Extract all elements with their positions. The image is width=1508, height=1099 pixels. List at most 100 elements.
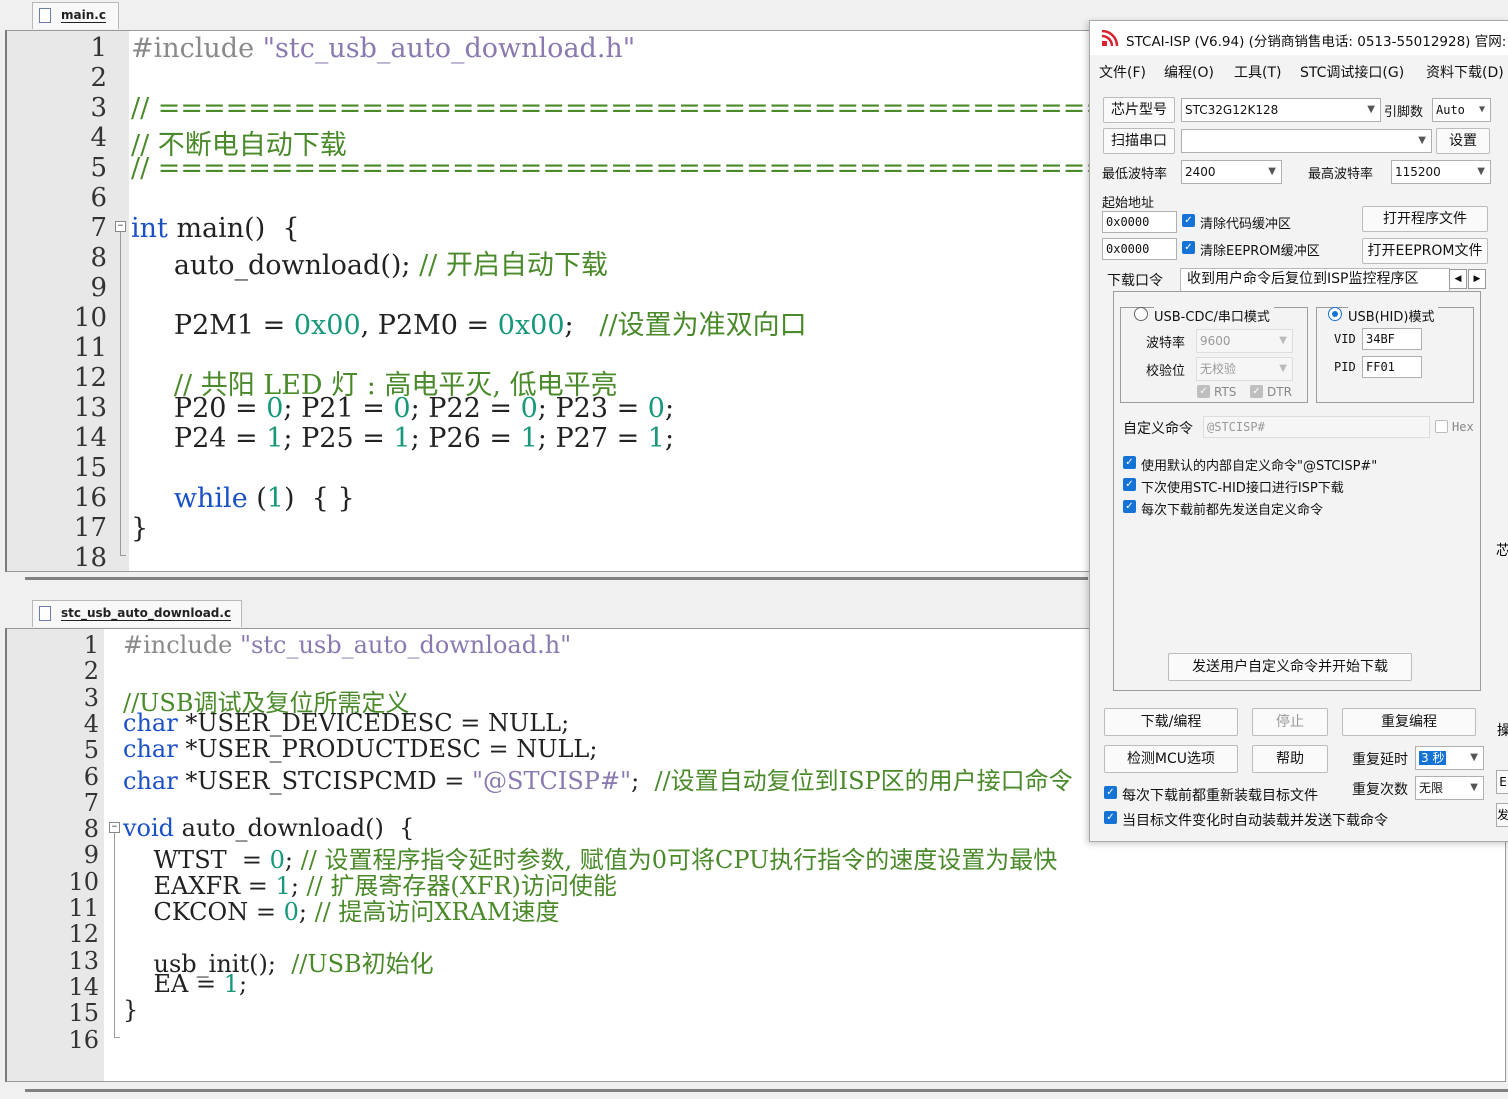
chevron-down-icon: ▼ — [1477, 166, 1485, 177]
min-baud-select[interactable]: 2400 ▼ — [1181, 160, 1282, 184]
edge-fragment[interactable]: E — [1496, 770, 1508, 794]
clear-code-buffer-checkbox[interactable]: ✓ — [1182, 214, 1195, 227]
menu-item[interactable]: 工具(T) — [1234, 62, 1281, 82]
line-number: 13 — [73, 393, 107, 423]
vid-label: VID — [1334, 332, 1356, 346]
send-custom-command-button[interactable]: 发送用户自定义命令并开始下载 — [1168, 653, 1412, 681]
use-default-command-checkbox[interactable]: ✓ — [1123, 456, 1136, 469]
file-icon — [39, 8, 51, 23]
fold-toggle-icon[interactable]: − — [109, 822, 120, 833]
chevron-down-icon: ▼ — [1418, 135, 1426, 146]
stc-isp-window: STCAI-ISP (V6.94) (分销商销售电话: 0513-5501292… — [1089, 20, 1508, 842]
chevron-down-icon: ▼ — [1279, 335, 1287, 346]
hex-checkbox[interactable] — [1435, 420, 1448, 433]
use-hid-next-checkbox[interactable]: ✓ — [1123, 478, 1136, 491]
reload-before-download-label: 每次下载前都重新装载目标文件 — [1122, 788, 1318, 804]
code-start-address-input[interactable]: 0x0000 — [1102, 211, 1177, 233]
line-number: 8 — [90, 243, 107, 273]
tab-download-password[interactable]: 下载口令 — [1107, 270, 1163, 290]
repeat-program-button[interactable]: 重复编程 — [1342, 708, 1476, 736]
tab-scroll-left-icon[interactable]: ◀ — [1449, 269, 1467, 289]
line-number: 5 — [83, 736, 99, 765]
edge-fragment: 操 — [1497, 723, 1508, 739]
chip-model-button[interactable]: 芯片型号 — [1103, 97, 1175, 123]
tab-isp-monitor[interactable]: 收到用户命令后复位到ISP监控程序区 — [1180, 268, 1450, 291]
top-code-editor[interactable]: − #include "stc_usb_auto_download.h" // … — [5, 30, 1091, 572]
file-icon — [39, 606, 51, 621]
auto-load-on-change-checkbox[interactable]: ✓ — [1104, 811, 1117, 824]
repeat-delay-select[interactable]: 3 秒 ▼ — [1415, 746, 1484, 770]
open-eeprom-file-button[interactable]: 打开EEPROM文件 — [1362, 238, 1488, 264]
pid-input[interactable]: FF01 — [1362, 356, 1422, 378]
line-number: 6 — [83, 762, 99, 791]
line-number: 7 — [90, 213, 107, 243]
port-select[interactable]: ▼ — [1181, 129, 1432, 153]
code-line-13: P20 = 0; P21 = 0; P22 = 0; P23 = 0; — [131, 393, 675, 424]
fold-line — [114, 833, 115, 1037]
eeprom-start-address-input[interactable]: 0x0000 — [1102, 238, 1177, 260]
chevron-down-icon: ▼ — [1478, 104, 1485, 115]
tab-scroll-right-icon[interactable]: ▶ — [1468, 269, 1486, 289]
clear-eeprom-buffer-checkbox[interactable]: ✓ — [1182, 241, 1195, 254]
settings-button[interactable]: 设置 — [1436, 128, 1490, 154]
line-number: 4 — [90, 123, 107, 153]
open-program-file-button[interactable]: 打开程序文件 — [1362, 206, 1488, 232]
scan-port-button[interactable]: 扫描串口 — [1103, 128, 1175, 154]
send-command-before-download-label: 每次下载前都先发送自定义命令 — [1141, 503, 1324, 518]
menu-item[interactable]: 编程(O) — [1164, 62, 1214, 82]
line-number: 16 — [73, 483, 107, 513]
reload-before-download-checkbox[interactable]: ✓ — [1104, 786, 1117, 799]
line-number: 2 — [90, 63, 107, 93]
wifi-logo-icon — [1101, 29, 1120, 47]
chip-model-select[interactable]: STC32G12K128 ▼ — [1181, 98, 1381, 122]
download-program-button[interactable]: 下载/编程 — [1104, 708, 1238, 736]
line-number: 6 — [90, 183, 107, 213]
fold-toggle-icon[interactable]: − — [115, 221, 126, 232]
line-number: 11 — [68, 894, 99, 922]
line-number: 4 — [83, 709, 99, 738]
parity-select[interactable]: 无校验 ▼ — [1196, 357, 1293, 381]
top-horizontal-scrollbar[interactable] — [25, 577, 1088, 580]
check-mcu-options-button[interactable]: 检测MCU选项 — [1104, 745, 1238, 773]
parity-label: 校验位 — [1146, 364, 1186, 379]
max-baud-select[interactable]: 115200 ▼ — [1391, 160, 1491, 184]
line-number: 16 — [68, 1025, 99, 1054]
pin-count-select[interactable]: Auto ▼ — [1432, 98, 1491, 122]
rts-checkbox[interactable]: ✓ — [1197, 385, 1210, 398]
dtr-checkbox[interactable]: ✓ — [1250, 385, 1263, 398]
tab-main-c[interactable]: main.c — [32, 2, 119, 29]
menu-item[interactable]: 文件(F) — [1099, 62, 1146, 82]
cdc-mode-radio[interactable] — [1134, 307, 1148, 321]
menu-item[interactable]: STC调试接口(G) — [1300, 62, 1404, 82]
code-line-17: } — [131, 513, 149, 544]
custom-command-input[interactable]: @STCISP# — [1203, 416, 1430, 438]
line-number: 15 — [73, 453, 107, 483]
hid-mode-radio[interactable] — [1328, 307, 1342, 321]
repeat-count-select[interactable]: 无限 ▼ — [1415, 776, 1484, 800]
code-line-1: #include "stc_usb_auto_download.h" — [123, 631, 572, 659]
line-number: 13 — [68, 946, 99, 975]
code-line-1: #include "stc_usb_auto_download.h" — [131, 33, 636, 64]
vid-input[interactable]: 34BF — [1362, 328, 1422, 350]
stop-button[interactable]: 停止 — [1252, 708, 1328, 736]
fold-line — [120, 232, 121, 555]
code-line-16: while (1) { } — [173, 483, 355, 514]
menu-item[interactable]: 资料下载(D) — [1426, 62, 1504, 82]
code-line-8: auto_download(); // 开启自动下载 — [131, 250, 608, 281]
send-command-before-download-checkbox[interactable]: ✓ — [1123, 500, 1136, 513]
bottom-horizontal-scrollbar[interactable] — [25, 1089, 1508, 1092]
help-button[interactable]: 帮助 — [1252, 745, 1328, 773]
tab-stc-usb-auto-download-c[interactable]: stc_usb_auto_download.c — [32, 600, 242, 627]
code-line-14: P24 = 1; P25 = 1; P26 = 1; P27 = 1; — [131, 423, 675, 454]
line-number: 14 — [68, 972, 99, 1001]
edge-fragment: 芯 — [1496, 543, 1508, 559]
line-number: 1 — [83, 631, 99, 659]
menu-bar: 文件(F) 编程(O) 工具(T) STC调试接口(G) 资料下载(D) — [1090, 57, 1508, 85]
tab-label: stc_usb_auto_download.c — [61, 606, 232, 621]
hid-mode-label: USB(HID)模式 — [1348, 306, 1439, 325]
rts-label: RTS — [1214, 385, 1237, 399]
baud-select[interactable]: 9600 ▼ — [1196, 329, 1293, 353]
edge-fragment[interactable]: 发 — [1496, 803, 1508, 827]
hex-label: Hex — [1452, 420, 1474, 434]
line-number: 3 — [83, 683, 99, 712]
